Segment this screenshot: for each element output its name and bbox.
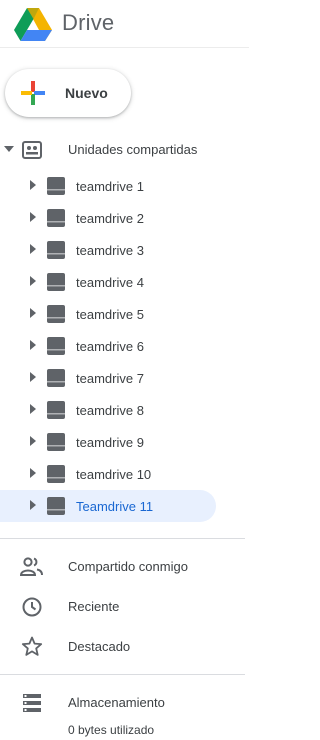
app-header: Drive: [0, 0, 249, 48]
storage-label: Almacenamiento: [68, 695, 165, 710]
shared-drive-label: teamdrive 9: [76, 435, 144, 450]
divider: [0, 674, 245, 675]
nav-label: Compartido conmigo: [68, 559, 188, 574]
shared-drive-icon: [47, 305, 65, 323]
shared-drive-label: Teamdrive 11: [76, 499, 154, 514]
shared-drive-item[interactable]: teamdrive 4: [0, 266, 249, 298]
shared-drive-label: teamdrive 6: [76, 339, 144, 354]
shared-drive-label: teamdrive 4: [76, 275, 144, 290]
shared-drive-label: teamdrive 8: [76, 403, 144, 418]
plus-icon: [21, 81, 45, 105]
star-icon: [21, 636, 43, 656]
shared-drive-icon: [47, 433, 65, 451]
shared-drive-icon: [47, 369, 65, 387]
nav-recent[interactable]: Reciente: [0, 587, 249, 627]
shared-drive-icon: [47, 337, 65, 355]
expand-caret-icon[interactable]: [30, 212, 36, 222]
divider: [0, 538, 245, 539]
shared-drive-label: teamdrive 5: [76, 307, 144, 322]
nav-label: Reciente: [68, 599, 120, 614]
shared-drive-icon: [47, 465, 65, 483]
expand-caret-icon[interactable]: [30, 244, 36, 254]
google-drive-logo-icon[interactable]: [14, 8, 52, 41]
shared-drives-section[interactable]: Unidades compartidas: [0, 134, 249, 166]
expand-caret-icon[interactable]: [30, 308, 36, 318]
shared-drive-item[interactable]: teamdrive 5: [0, 298, 249, 330]
shared-drive-item[interactable]: Teamdrive 11: [0, 490, 249, 522]
shared-drive-item[interactable]: teamdrive 9: [0, 426, 249, 458]
clock-icon: [22, 597, 42, 617]
nav-starred[interactable]: Destacado: [0, 627, 249, 667]
shared-drive-icon: [47, 273, 65, 291]
expand-caret-icon[interactable]: [30, 180, 36, 190]
expand-caret-icon[interactable]: [30, 436, 36, 446]
shared-drive-item[interactable]: teamdrive 1: [0, 170, 249, 202]
shared-drive-icon: [47, 177, 65, 195]
expand-caret-icon[interactable]: [30, 372, 36, 382]
app-title: Drive: [62, 10, 115, 35]
expand-caret-icon[interactable]: [30, 276, 36, 286]
shared-drive-item[interactable]: teamdrive 7: [0, 362, 249, 394]
shared-drive-icon: [47, 401, 65, 419]
shared-drive-label: teamdrive 10: [76, 467, 152, 482]
shared-drive-icon: [47, 209, 65, 227]
storage-icon: [23, 694, 41, 712]
shared-drive-item[interactable]: teamdrive 8: [0, 394, 249, 426]
storage-used-text: 0 bytes utilizado: [68, 723, 155, 737]
shared-drives-label: Unidades compartidas: [68, 142, 198, 157]
shared-drive-icon: [47, 241, 65, 259]
shared-drive-label: teamdrive 2: [76, 211, 144, 226]
nav-shared-with-me[interactable]: Compartido conmigo: [0, 547, 249, 587]
expand-caret-icon[interactable]: [30, 468, 36, 478]
shared-drive-item[interactable]: teamdrive 2: [0, 202, 249, 234]
shared-drives-list: teamdrive 1 teamdrive 2 teamdrive 3 teamdri…: [0, 170, 249, 522]
shared-drive-label: teamdrive 7: [76, 371, 144, 386]
people-icon: [20, 557, 43, 576]
shared-drive-item[interactable]: teamdrive 10: [0, 458, 249, 490]
shared-drive-item[interactable]: teamdrive 3: [0, 234, 249, 266]
expand-caret-icon[interactable]: [30, 500, 36, 510]
expand-caret-icon[interactable]: [4, 146, 14, 152]
new-button[interactable]: Nuevo: [5, 69, 131, 117]
expand-caret-icon[interactable]: [30, 340, 36, 350]
nav-storage[interactable]: Almacenamiento: [0, 683, 249, 723]
shared-drive-item[interactable]: teamdrive 6: [0, 330, 249, 362]
shared-drives-icon: [22, 141, 42, 159]
new-button-label: Nuevo: [65, 85, 108, 101]
header-divider: [0, 47, 249, 48]
expand-caret-icon[interactable]: [30, 404, 36, 414]
shared-drive-label: teamdrive 1: [76, 179, 144, 194]
shared-drive-label: teamdrive 3: [76, 243, 144, 258]
nav-label: Destacado: [68, 639, 131, 654]
shared-drive-icon: [47, 497, 65, 515]
